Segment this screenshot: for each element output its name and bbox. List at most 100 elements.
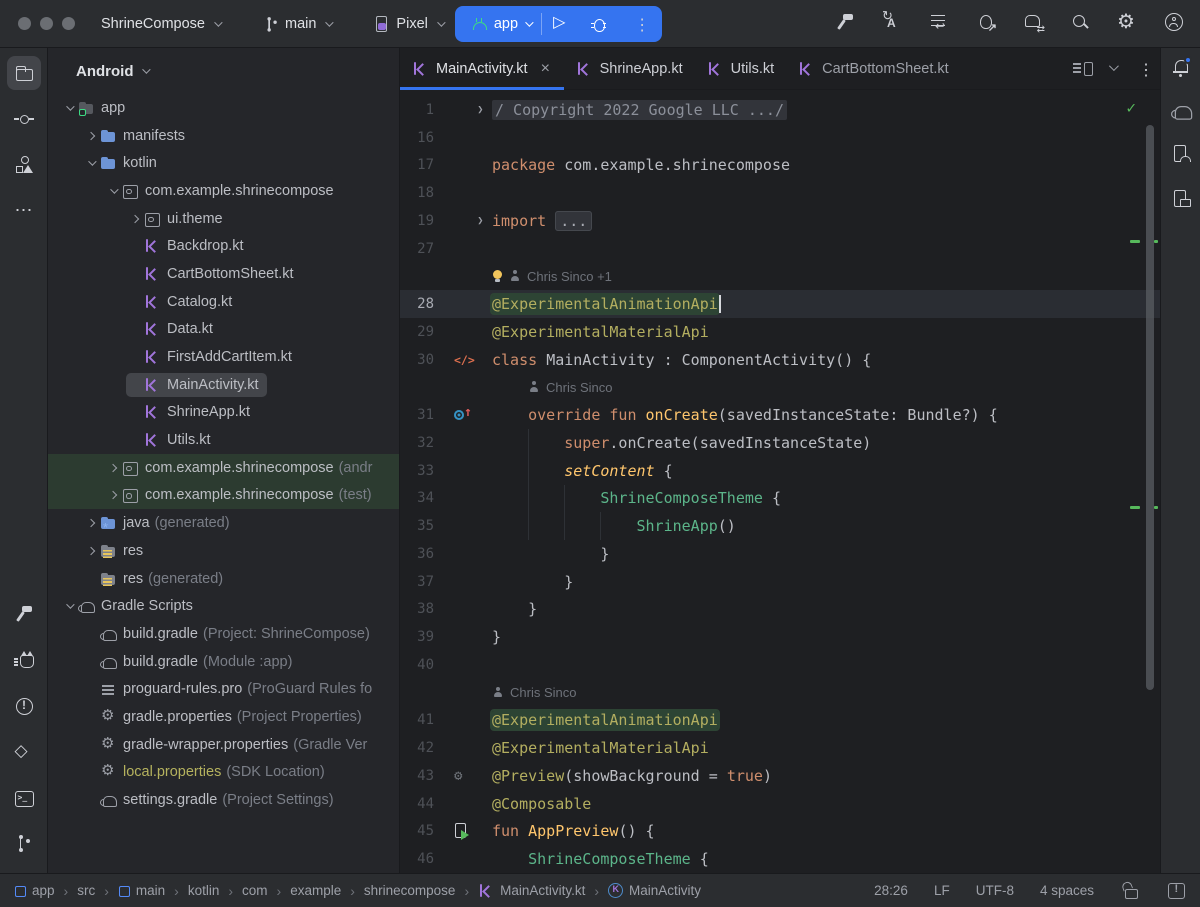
tree-row[interactable]: Gradle Scripts [48,592,399,620]
chevron-down-icon[interactable] [66,102,74,110]
code-line[interactable]: 19import ... [400,207,1160,235]
run-preview-gutter-icon[interactable] [454,823,470,840]
breadcrumb-item[interactable]: main [118,883,165,898]
maximize-window-button[interactable] [62,17,75,30]
editor-gutter[interactable] [448,124,488,152]
fold-chevron-icon[interactable] [478,104,484,116]
tree-row[interactable]: MainActivity.kt [48,371,399,399]
tree-row[interactable]: local.properties(SDK Location) [48,759,399,787]
tree-row[interactable]: res(generated) [48,565,399,593]
tree-row[interactable]: kotlin [48,149,399,177]
unlocked-icon[interactable] [1120,881,1140,901]
close-tab-icon[interactable] [538,62,552,76]
editor-gutter[interactable] [448,152,488,180]
tree-row[interactable]: Data.kt [48,316,399,344]
code-line[interactable]: 28@ExperimentalAnimationApi [400,290,1160,318]
chevron-right-icon[interactable] [87,131,95,139]
tree-row[interactable]: gradle.properties(Project Properties) [48,703,399,731]
running-devices-tool-button[interactable] [1171,189,1191,214]
editor-gutter[interactable] [448,318,488,346]
code-line[interactable]: 33 setContent { [400,457,1160,485]
editor-gutter[interactable] [448,263,488,291]
tree-row[interactable]: app [48,94,399,122]
gradle-sync-button[interactable] [1023,12,1043,36]
breadcrumb-item[interactable]: MainActivity [608,883,701,898]
tree-row[interactable]: java(generated) [48,509,399,537]
line-ending[interactable]: LF [934,883,950,898]
logcat-tool-button[interactable] [7,643,41,677]
run-configuration-selector[interactable]: app [461,16,541,32]
editor-gutter[interactable] [448,374,488,402]
editor-tab[interactable]: MainActivity.kt [400,48,564,90]
editor-gutter[interactable] [448,401,488,429]
code-line[interactable]: 45fun AppPreview() { [400,818,1160,846]
tree-row[interactable]: settings.gradle(Project Settings) [48,786,399,814]
window-controls[interactable] [18,17,75,30]
chevron-right-icon[interactable] [87,547,95,555]
apply-code-changes-button[interactable] [929,12,949,36]
project-selector[interactable]: ShrineCompose [101,16,220,32]
code-line[interactable]: 39} [400,623,1160,651]
search-everywhere-button[interactable] [1070,12,1090,36]
build-button[interactable] [835,12,855,36]
code-line[interactable]: 29@ExperimentalMaterialApi [400,318,1160,346]
chevron-down-icon[interactable] [1109,61,1119,71]
chevron-down-icon[interactable] [66,601,74,609]
editor-gutter[interactable] [448,623,488,651]
minimize-window-button[interactable] [40,17,53,30]
tree-row[interactable]: Backdrop.kt [48,232,399,260]
tree-row[interactable]: com.example.shrinecompose [48,177,399,205]
breadcrumb-item[interactable]: example [290,883,341,898]
file-encoding[interactable]: UTF-8 [976,883,1014,898]
editor-gutter[interactable] [448,790,488,818]
fold-chevron-icon[interactable] [478,215,484,227]
tree-row[interactable]: com.example.shrinecompose(andr [48,454,399,482]
breadcrumb-item[interactable]: app [14,883,55,898]
code-author-label[interactable]: Chris Sinco [546,380,612,395]
editor-gutter[interactable] [448,540,488,568]
attach-debugger-button[interactable] [976,12,996,36]
editor-tab[interactable]: CartBottomSheet.kt [786,48,961,90]
close-window-button[interactable] [18,17,31,30]
more-run-options-button[interactable] [618,15,656,33]
tree-row[interactable]: Utils.kt [48,426,399,454]
more-tool-windows-tool-button[interactable] [7,194,41,228]
app-quality-insights-tool-button[interactable] [7,735,41,769]
tree-row[interactable]: FirstAddCartItem.kt [48,343,399,371]
editor-gutter[interactable] [448,96,488,124]
code-editor[interactable]: ✓ 1/ Copyright 2022 Google LLC .../1617p… [400,90,1160,873]
editor-gutter[interactable] [448,429,488,457]
code-line[interactable]: 37 } [400,568,1160,596]
code-line[interactable]: 17package com.example.shrinecompose [400,152,1160,180]
tree-row[interactable]: res [48,537,399,565]
tree-row[interactable]: manifests [48,122,399,150]
editor-gutter[interactable] [448,485,488,513]
editor-gutter[interactable] [448,651,488,679]
tree-row[interactable]: CartBottomSheet.kt [48,260,399,288]
chevron-down-icon[interactable] [110,185,118,193]
editor-gutter[interactable] [448,290,488,318]
caret-position[interactable]: 28:26 [874,883,908,898]
tree-row[interactable]: com.example.shrinecompose(test) [48,482,399,510]
notifications-tool-button[interactable] [1171,58,1191,83]
editor-gutter[interactable] [448,818,488,846]
editor-gutter[interactable] [448,707,488,735]
editor-gutter[interactable]: </> [448,346,488,374]
tree-row[interactable]: build.gradle(Module :app) [48,648,399,676]
run-button[interactable] [542,15,580,33]
vcs-change-stripe[interactable] [1154,506,1158,509]
editor-tab[interactable]: Utils.kt [695,48,787,90]
editor-gutter[interactable] [448,235,488,263]
editor-gutter[interactable] [448,679,488,707]
editor-gutter[interactable] [448,762,488,790]
code-line[interactable]: 34 ShrineComposeTheme { [400,485,1160,513]
breadcrumb-item[interactable]: com [242,883,268,898]
commit-tool-button[interactable] [7,102,41,136]
code-line[interactable]: 42@ExperimentalMaterialApi [400,734,1160,762]
code-line[interactable]: 30</>class MainActivity : ComponentActiv… [400,346,1160,374]
code-line[interactable]: 18 [400,179,1160,207]
editor-gutter[interactable] [448,207,488,235]
tree-row[interactable]: Catalog.kt [48,288,399,316]
chevron-right-icon[interactable] [109,464,117,472]
code-author-label[interactable]: Chris Sinco [510,685,576,700]
